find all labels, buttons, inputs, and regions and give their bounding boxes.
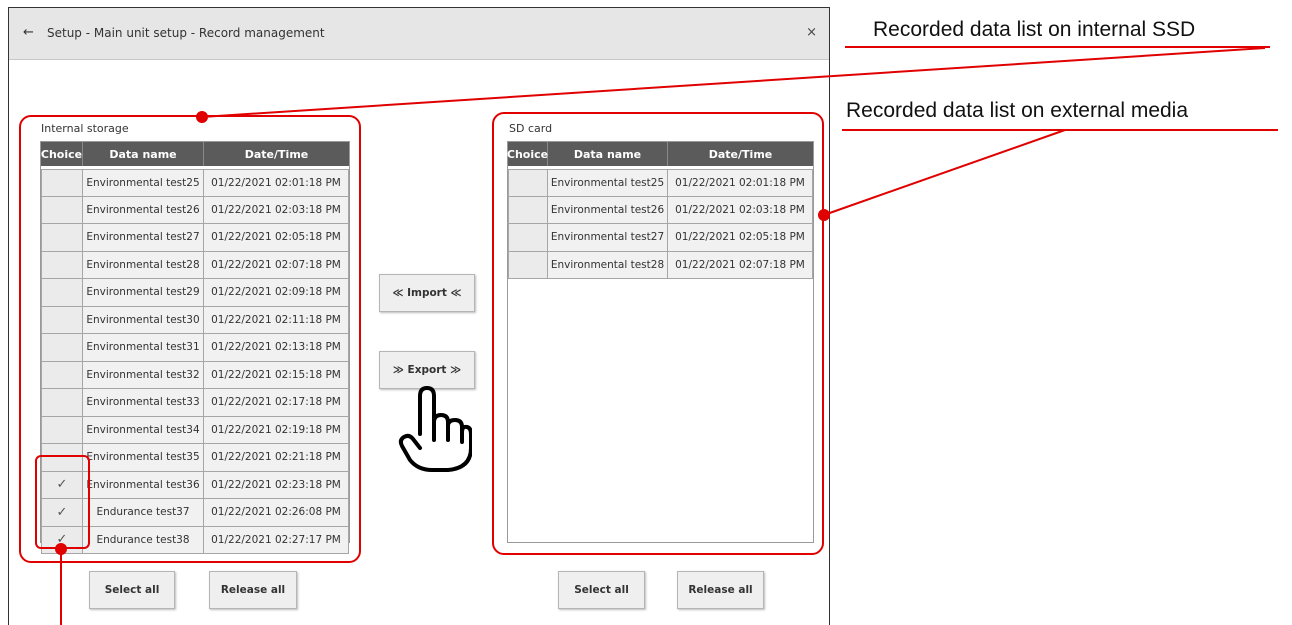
callout-dot-internal bbox=[196, 111, 208, 123]
callout-dot-checks bbox=[55, 543, 67, 555]
callout-dot-external bbox=[818, 209, 830, 221]
annotation-leader-lines bbox=[60, 46, 1278, 625]
pointing-hand-icon bbox=[398, 386, 472, 472]
annotation-external-media: Recorded data list on external media bbox=[846, 99, 1189, 122]
annotation-internal-ssd: Recorded data list on internal SSD bbox=[873, 18, 1196, 41]
